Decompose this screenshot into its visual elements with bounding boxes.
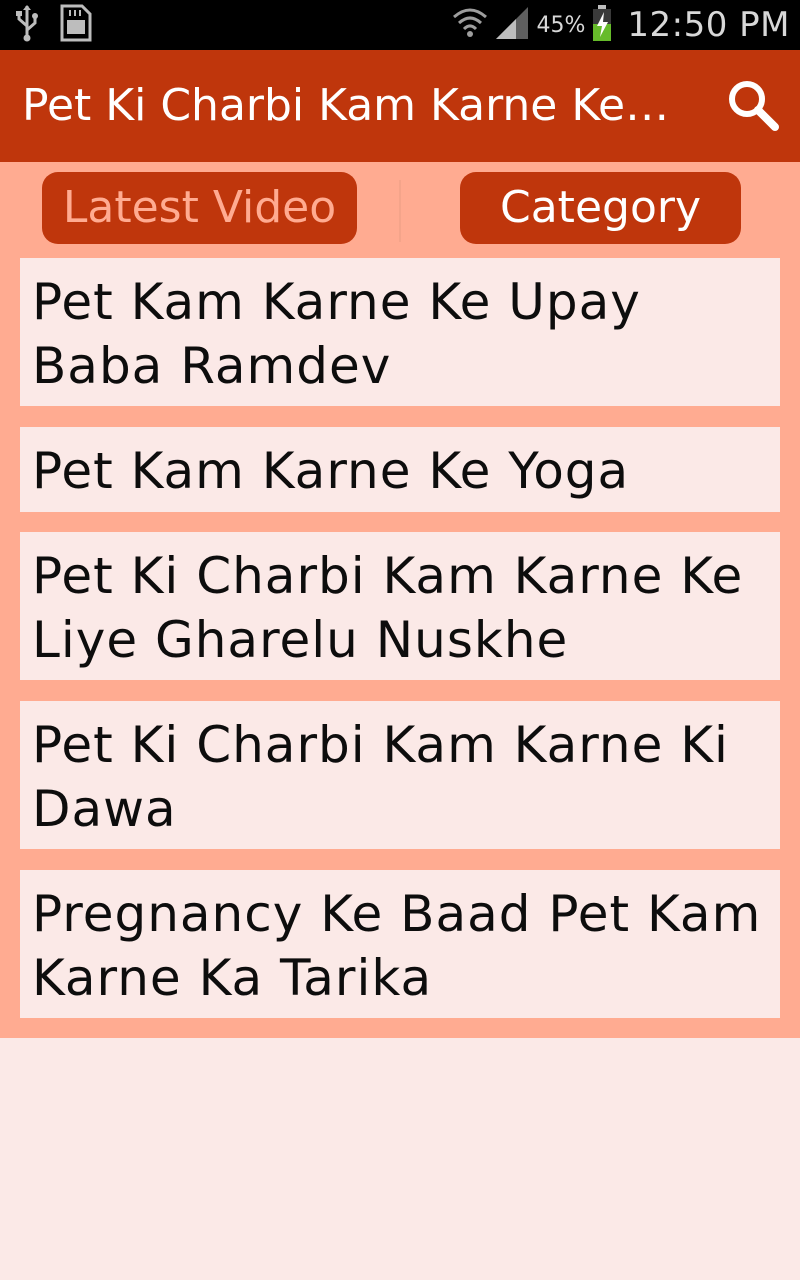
tab-latest-video[interactable]: Latest Video <box>42 172 357 244</box>
list-item-label: Pregnancy Ke Baad Pet Kam Karne Ka Tarik… <box>32 885 762 1007</box>
list-item[interactable]: Pet Ki Charbi Kam Karne Ke Liye Gharelu … <box>20 532 780 680</box>
tab-divider <box>399 180 401 242</box>
list-item-label: Pet Kam Karne Ke Upay Baba Ramdev <box>32 273 641 395</box>
search-icon <box>725 77 781 137</box>
list-item-label: Pet Ki Charbi Kam Karne Ki Dawa <box>32 716 729 838</box>
tab-category[interactable]: Category <box>460 172 741 244</box>
main-content: Latest Video Category Pet Kam Karne Ke U… <box>0 162 800 1038</box>
wifi-icon <box>452 5 488 45</box>
status-time: 12:50 PM <box>627 5 790 45</box>
battery-charging-icon <box>591 4 613 46</box>
signal-icon <box>494 5 530 45</box>
list-item[interactable]: Pet Kam Karne Ke Upay Baba Ramdev <box>20 258 780 406</box>
usb-icon <box>14 4 40 46</box>
sd-card-icon <box>58 4 92 46</box>
tab-bar: Latest Video Category <box>0 172 800 244</box>
list-item-label: Pet Kam Karne Ke Yoga <box>32 442 630 500</box>
app-bar: Pet Ki Charbi Kam Karne Ke Upay <box>0 50 800 162</box>
battery-percent: 45% <box>536 12 586 38</box>
list-item[interactable]: Pet Ki Charbi Kam Karne Ki Dawa <box>20 701 780 849</box>
status-bar: 45% 12:50 PM <box>0 0 800 50</box>
list-item[interactable]: Pet Kam Karne Ke Yoga <box>20 427 780 512</box>
app-title: Pet Ki Charbi Kam Karne Ke Upay <box>22 80 682 131</box>
list-item-label: Pet Ki Charbi Kam Karne Ke Liye Gharelu … <box>32 547 744 669</box>
search-button[interactable] <box>722 78 784 136</box>
list-item[interactable]: Pregnancy Ke Baad Pet Kam Karne Ka Tarik… <box>20 870 780 1018</box>
